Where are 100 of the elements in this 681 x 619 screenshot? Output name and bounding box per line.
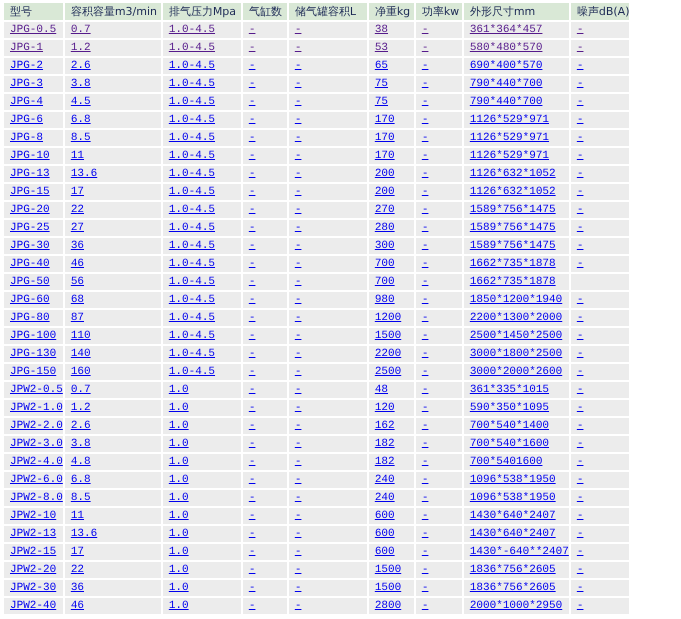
noise-link[interactable]: - (576, 132, 584, 144)
tank-link[interactable]: - (294, 204, 302, 216)
power-link[interactable]: - (422, 474, 428, 486)
power-link[interactable]: - (422, 348, 428, 360)
pressure-link[interactable]: 1.0 (168, 564, 189, 576)
dimensions-link[interactable]: 580*480*570 (470, 42, 542, 54)
weight-link[interactable]: 170 (374, 132, 395, 144)
model-link[interactable]: JPW2-20 (10, 564, 56, 576)
model-link[interactable]: JPG-150 (10, 366, 56, 378)
capacity-link[interactable]: 4.8 (70, 456, 91, 468)
cylinders-link[interactable]: - (248, 312, 256, 324)
weight-link[interactable]: 600 (374, 528, 395, 540)
cylinders-link[interactable]: - (248, 546, 256, 558)
noise-link[interactable]: - (576, 510, 584, 522)
noise-link[interactable]: - (576, 492, 584, 504)
tank-link[interactable]: - (294, 96, 302, 108)
capacity-link[interactable]: 36 (70, 582, 84, 594)
noise-link[interactable]: - (576, 456, 584, 468)
weight-link[interactable]: 38 (374, 24, 388, 36)
dimensions-link[interactable]: 1126*632*1052 (470, 186, 556, 198)
noise-link[interactable]: - (576, 240, 584, 252)
capacity-link[interactable]: 11 (70, 150, 84, 162)
power-link[interactable]: - (422, 510, 428, 522)
pressure-link[interactable]: 1.0-4.5 (168, 150, 216, 162)
noise-link[interactable]: - (576, 204, 584, 216)
pressure-link[interactable]: 1.0 (168, 474, 189, 486)
dimensions-link[interactable]: 361*335*1015 (470, 384, 550, 396)
cylinders-link[interactable]: - (248, 348, 256, 360)
weight-link[interactable]: 280 (374, 222, 395, 234)
weight-link[interactable]: 270 (374, 204, 395, 216)
capacity-link[interactable]: 3.8 (70, 438, 91, 450)
noise-link[interactable]: - (576, 42, 584, 54)
dimensions-link[interactable]: 361*364*457 (470, 24, 542, 36)
cylinders-link[interactable]: - (248, 96, 256, 108)
tank-link[interactable]: - (294, 384, 302, 396)
weight-link[interactable]: 1500 (374, 330, 402, 342)
cylinders-link[interactable]: - (248, 114, 256, 126)
capacity-link[interactable]: 46 (70, 600, 84, 612)
noise-link[interactable]: - (576, 600, 584, 612)
dimensions-link[interactable]: 1589*756*1475 (470, 240, 556, 252)
model-link[interactable]: JPG-0.5 (10, 24, 56, 36)
power-link[interactable]: - (422, 96, 428, 108)
noise-link[interactable]: - (576, 330, 584, 342)
pressure-link[interactable]: 1.0-4.5 (168, 222, 216, 234)
model-link[interactable]: JPW2-13 (10, 528, 56, 540)
noise-link[interactable]: - (576, 348, 584, 360)
cylinders-link[interactable]: - (248, 150, 256, 162)
noise-link[interactable]: - (576, 474, 584, 486)
weight-link[interactable]: 182 (374, 456, 395, 468)
power-link[interactable]: - (422, 582, 428, 594)
power-link[interactable]: - (422, 42, 428, 54)
noise-link[interactable]: - (576, 528, 584, 540)
model-link[interactable]: JPW2-1.0 (10, 402, 63, 414)
cylinders-link[interactable]: - (248, 204, 256, 216)
power-link[interactable]: - (422, 420, 428, 432)
power-link[interactable]: - (422, 402, 428, 414)
dimensions-link[interactable]: 1836*756*2605 (470, 564, 556, 576)
tank-link[interactable]: - (294, 42, 302, 54)
tank-link[interactable]: - (294, 492, 302, 504)
noise-link[interactable]: - (576, 438, 584, 450)
noise-link[interactable]: - (576, 312, 584, 324)
pressure-link[interactable]: 1.0 (168, 510, 189, 522)
pressure-link[interactable]: 1.0-4.5 (168, 114, 216, 126)
dimensions-link[interactable]: 1096*538*1950 (470, 492, 556, 504)
tank-link[interactable]: - (294, 114, 302, 126)
pressure-link[interactable]: 1.0-4.5 (168, 276, 216, 288)
model-link[interactable]: JPW2-4.0 (10, 456, 63, 468)
weight-link[interactable]: 700 (374, 276, 395, 288)
power-link[interactable]: - (422, 186, 428, 198)
pressure-link[interactable]: 1.0-4.5 (168, 240, 216, 252)
pressure-link[interactable]: 1.0-4.5 (168, 60, 216, 72)
tank-link[interactable]: - (294, 546, 302, 558)
pressure-link[interactable]: 1.0-4.5 (168, 186, 216, 198)
model-link[interactable]: JPG-20 (10, 204, 50, 216)
model-link[interactable]: JPW2-40 (10, 600, 56, 612)
capacity-link[interactable]: 11 (70, 510, 84, 522)
dimensions-link[interactable]: 1430*640*2407 (470, 510, 556, 522)
weight-link[interactable]: 200 (374, 186, 395, 198)
capacity-link[interactable]: 68 (70, 294, 84, 306)
pressure-link[interactable]: 1.0 (168, 528, 189, 540)
dimensions-link[interactable]: 2200*1300*2000 (470, 312, 562, 324)
pressure-link[interactable]: 1.0 (168, 402, 189, 414)
cylinders-link[interactable]: - (248, 402, 256, 414)
power-link[interactable]: - (422, 24, 428, 36)
model-link[interactable]: JPW2-3.0 (10, 438, 63, 450)
cylinders-link[interactable]: - (248, 258, 256, 270)
dimensions-link[interactable]: 3000*1800*2500 (470, 348, 562, 360)
power-link[interactable]: - (422, 276, 428, 288)
model-link[interactable]: JPG-50 (10, 276, 50, 288)
pressure-link[interactable]: 1.0-4.5 (168, 132, 216, 144)
cylinders-link[interactable]: - (248, 78, 256, 90)
model-link[interactable]: JPG-80 (10, 312, 50, 324)
tank-link[interactable]: - (294, 168, 302, 180)
noise-link[interactable]: - (576, 168, 584, 180)
pressure-link[interactable]: 1.0-4.5 (168, 168, 216, 180)
capacity-link[interactable]: 46 (70, 258, 84, 270)
noise-link[interactable]: - (576, 114, 584, 126)
dimensions-link[interactable]: 700*540*1600 (470, 438, 550, 450)
model-link[interactable]: JPG-4 (10, 96, 44, 108)
pressure-link[interactable]: 1.0 (168, 492, 189, 504)
